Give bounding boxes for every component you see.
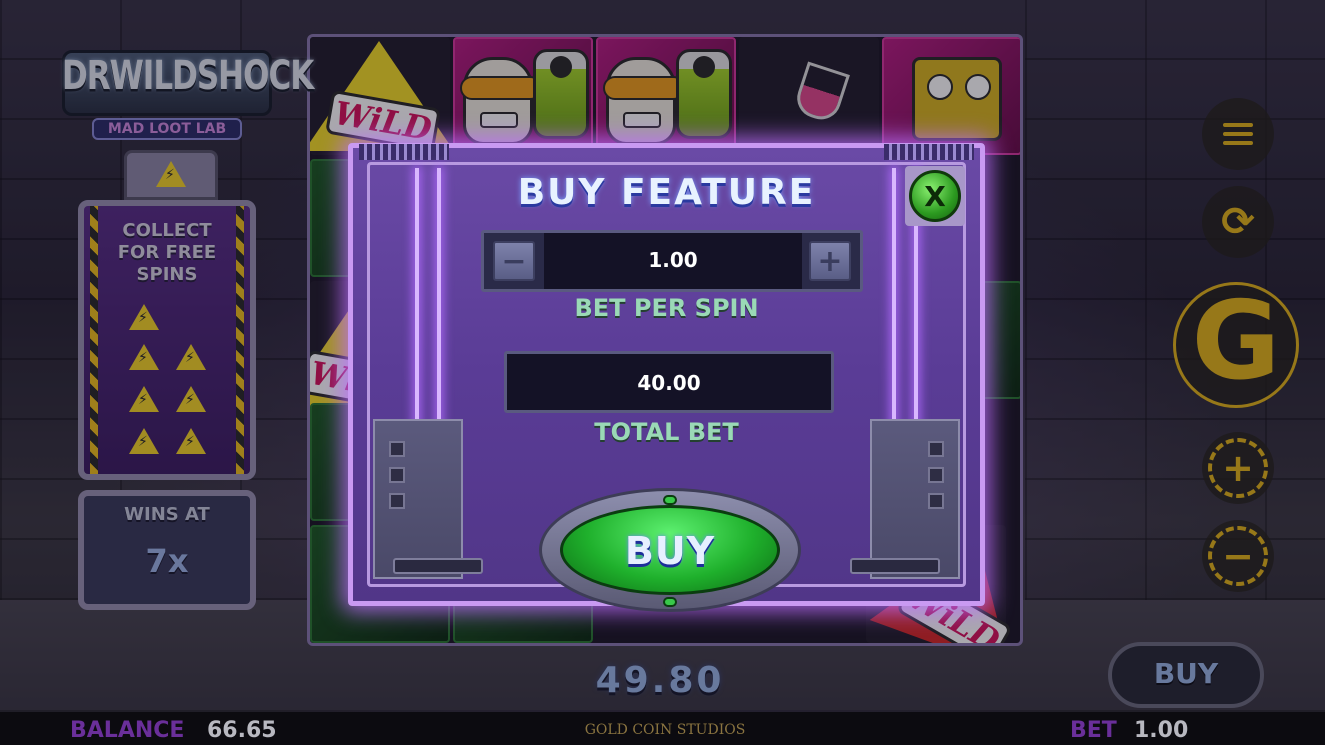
vent-right [884, 144, 974, 160]
total-bet-display: 40.00 [504, 351, 834, 413]
bet-per-spin-stepper: − 1.00 + [481, 230, 863, 292]
balance-value: 66.65 [207, 718, 277, 743]
panel-slot [393, 558, 483, 574]
vent-left [359, 144, 449, 160]
total-bet-label: TOTAL BET [594, 418, 739, 446]
buy-feature-dialog: BUY FEATURE X − 1.00 + BET PER SPIN 40.0… [348, 143, 985, 612]
decrease-bet-per-spin-button[interactable]: − [493, 241, 535, 281]
balance-label: BALANCE [70, 718, 185, 743]
increase-bet-per-spin-button[interactable]: + [809, 241, 851, 281]
bet-value: 1.00 [1134, 718, 1189, 743]
close-button[interactable]: X [905, 166, 965, 226]
confirm-buy-label: BUY [624, 529, 716, 573]
bet-per-spin-label: BET PER SPIN [574, 294, 759, 322]
total-bet-value: 40.00 [637, 371, 701, 395]
dialog-title: BUY FEATURE [517, 172, 816, 213]
confirm-buy-button[interactable]: BUY [539, 488, 801, 612]
status-bar: BALANCE 66.65 GOLD COIN STUDIOS BET 1.00 [0, 712, 1325, 745]
close-icon: X [909, 170, 961, 222]
studio-name: GOLD COIN STUDIOS [584, 722, 746, 738]
bet-per-spin-value: 1.00 [648, 248, 698, 272]
game-stage: WiLD WiLD DRWILDSHOCK MAD LOOT LAB ⚡ COL… [0, 0, 1325, 745]
panel-slot [850, 558, 940, 574]
bet-label: BET [1070, 718, 1117, 743]
